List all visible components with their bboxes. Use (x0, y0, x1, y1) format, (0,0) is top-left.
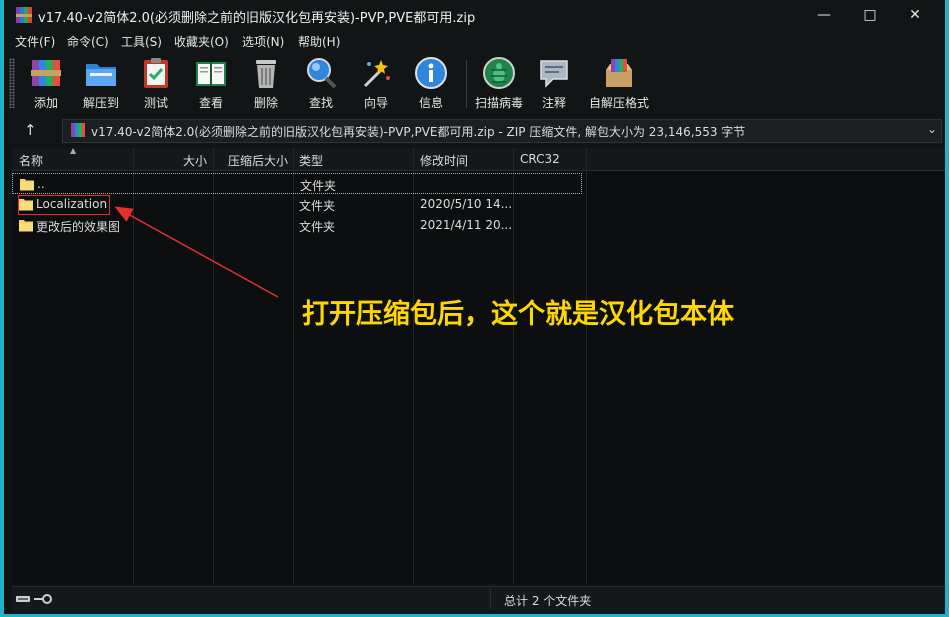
status-bar: 总计 2 个文件夹 (12, 586, 945, 611)
annotation-text: 打开压缩包后，这个就是汉化包本体 (302, 299, 734, 330)
drive-key-icon[interactable] (16, 593, 52, 605)
status-summary: 总计 2 个文件夹 (504, 594, 592, 608)
status-divider (490, 589, 491, 609)
winrar-window: v17.40-v2简体2.0(必须删除之前的旧版汉化包再安装)-PVP,PVE都… (0, 0, 949, 617)
